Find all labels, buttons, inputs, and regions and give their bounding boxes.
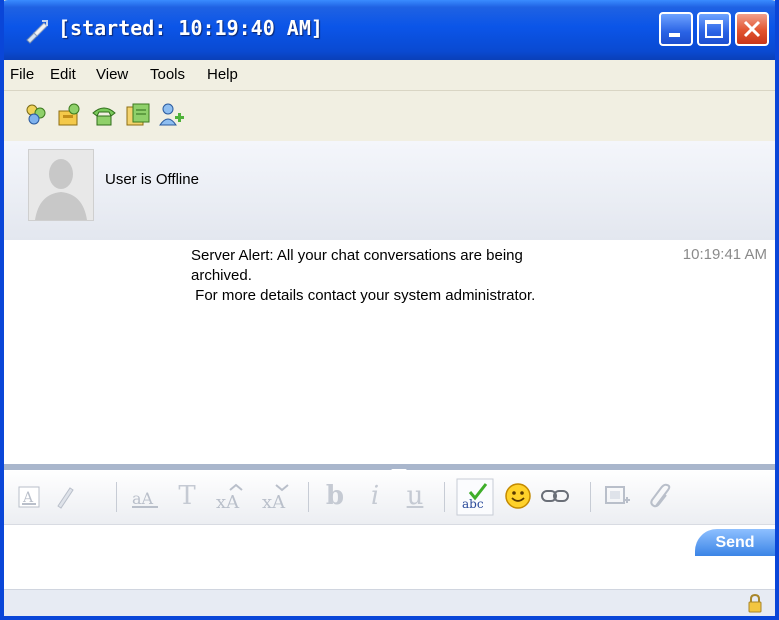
phone-icon[interactable] [90, 101, 118, 129]
menu-view[interactable]: View [96, 66, 128, 83]
message-text-line: archived. [191, 267, 252, 284]
toolbar-separator [308, 482, 309, 512]
send-button[interactable]: Send [695, 529, 775, 556]
toolbar-separator [444, 482, 445, 512]
font-face-icon[interactable]: aA [130, 484, 162, 510]
user-status: User is Offline [105, 171, 199, 188]
font-color-icon[interactable]: A [18, 486, 40, 508]
add-user-icon[interactable] [158, 101, 186, 129]
minimize-icon [669, 33, 680, 37]
italic-button[interactable]: i [360, 481, 390, 511]
underline-button[interactable]: u [400, 481, 430, 511]
spellcheck-icon[interactable]: abc [456, 478, 494, 516]
message-timestamp: 10:19:41 AM [682, 246, 767, 263]
lock-icon [748, 593, 762, 613]
menu-file[interactable]: File [10, 66, 34, 83]
title-bar[interactable]: [started: 10:19:40 AM] [4, 0, 775, 60]
grow-font-icon[interactable]: xA [214, 482, 248, 512]
svg-text:aA: aA [132, 489, 154, 508]
contact-header: User is Offline [4, 141, 775, 241]
maximize-icon [705, 20, 723, 38]
menu-edit[interactable]: Edit [50, 66, 76, 83]
minimize-button[interactable] [659, 12, 693, 46]
emoticon-icon[interactable] [504, 482, 532, 510]
chat-transcript[interactable]: Server Alert: All your chat conversation… [4, 240, 775, 464]
chat-app-icon [26, 20, 48, 44]
status-bar [4, 589, 775, 616]
message-text-line: For more details contact your system adm… [191, 287, 536, 304]
window-title: [started: 10:19:40 AM] [58, 16, 323, 40]
message-input[interactable]: Send [4, 525, 775, 589]
attach-file-icon[interactable] [648, 482, 674, 512]
close-icon [743, 20, 761, 38]
formatting-toolbar: A aA T xA xA b i u abc [4, 470, 775, 525]
svg-text:abc: abc [462, 497, 484, 511]
menu-tools[interactable]: Tools [150, 66, 185, 83]
link-icon[interactable] [540, 486, 570, 506]
message-text-line: Server Alert: All your chat conversation… [191, 247, 523, 264]
main-toolbar [4, 90, 775, 142]
close-button[interactable] [735, 12, 769, 46]
svg-text:xA: xA [262, 492, 286, 512]
shrink-font-icon[interactable]: xA [260, 482, 294, 512]
menu-bar: File Edit View Tools Help [4, 60, 775, 90]
avatar [28, 149, 94, 221]
chat-window: [started: 10:19:40 AM] File Edit View To… [0, 0, 779, 620]
bold-button[interactable]: b [320, 481, 350, 511]
menu-help[interactable]: Help [207, 66, 238, 83]
toolbar-separator [116, 482, 117, 512]
screen-capture-icon[interactable] [604, 484, 632, 510]
contacts-icon[interactable] [22, 101, 50, 129]
history-icon[interactable] [124, 101, 152, 129]
maximize-button[interactable] [697, 12, 731, 46]
highlight-pen-icon[interactable] [52, 484, 76, 510]
chat-message: Server Alert: All your chat conversation… [191, 246, 611, 306]
toolbar-separator [590, 482, 591, 512]
font-size-icon[interactable]: T [172, 481, 202, 511]
svg-text:xA: xA [216, 492, 240, 512]
conference-icon[interactable] [56, 101, 84, 129]
